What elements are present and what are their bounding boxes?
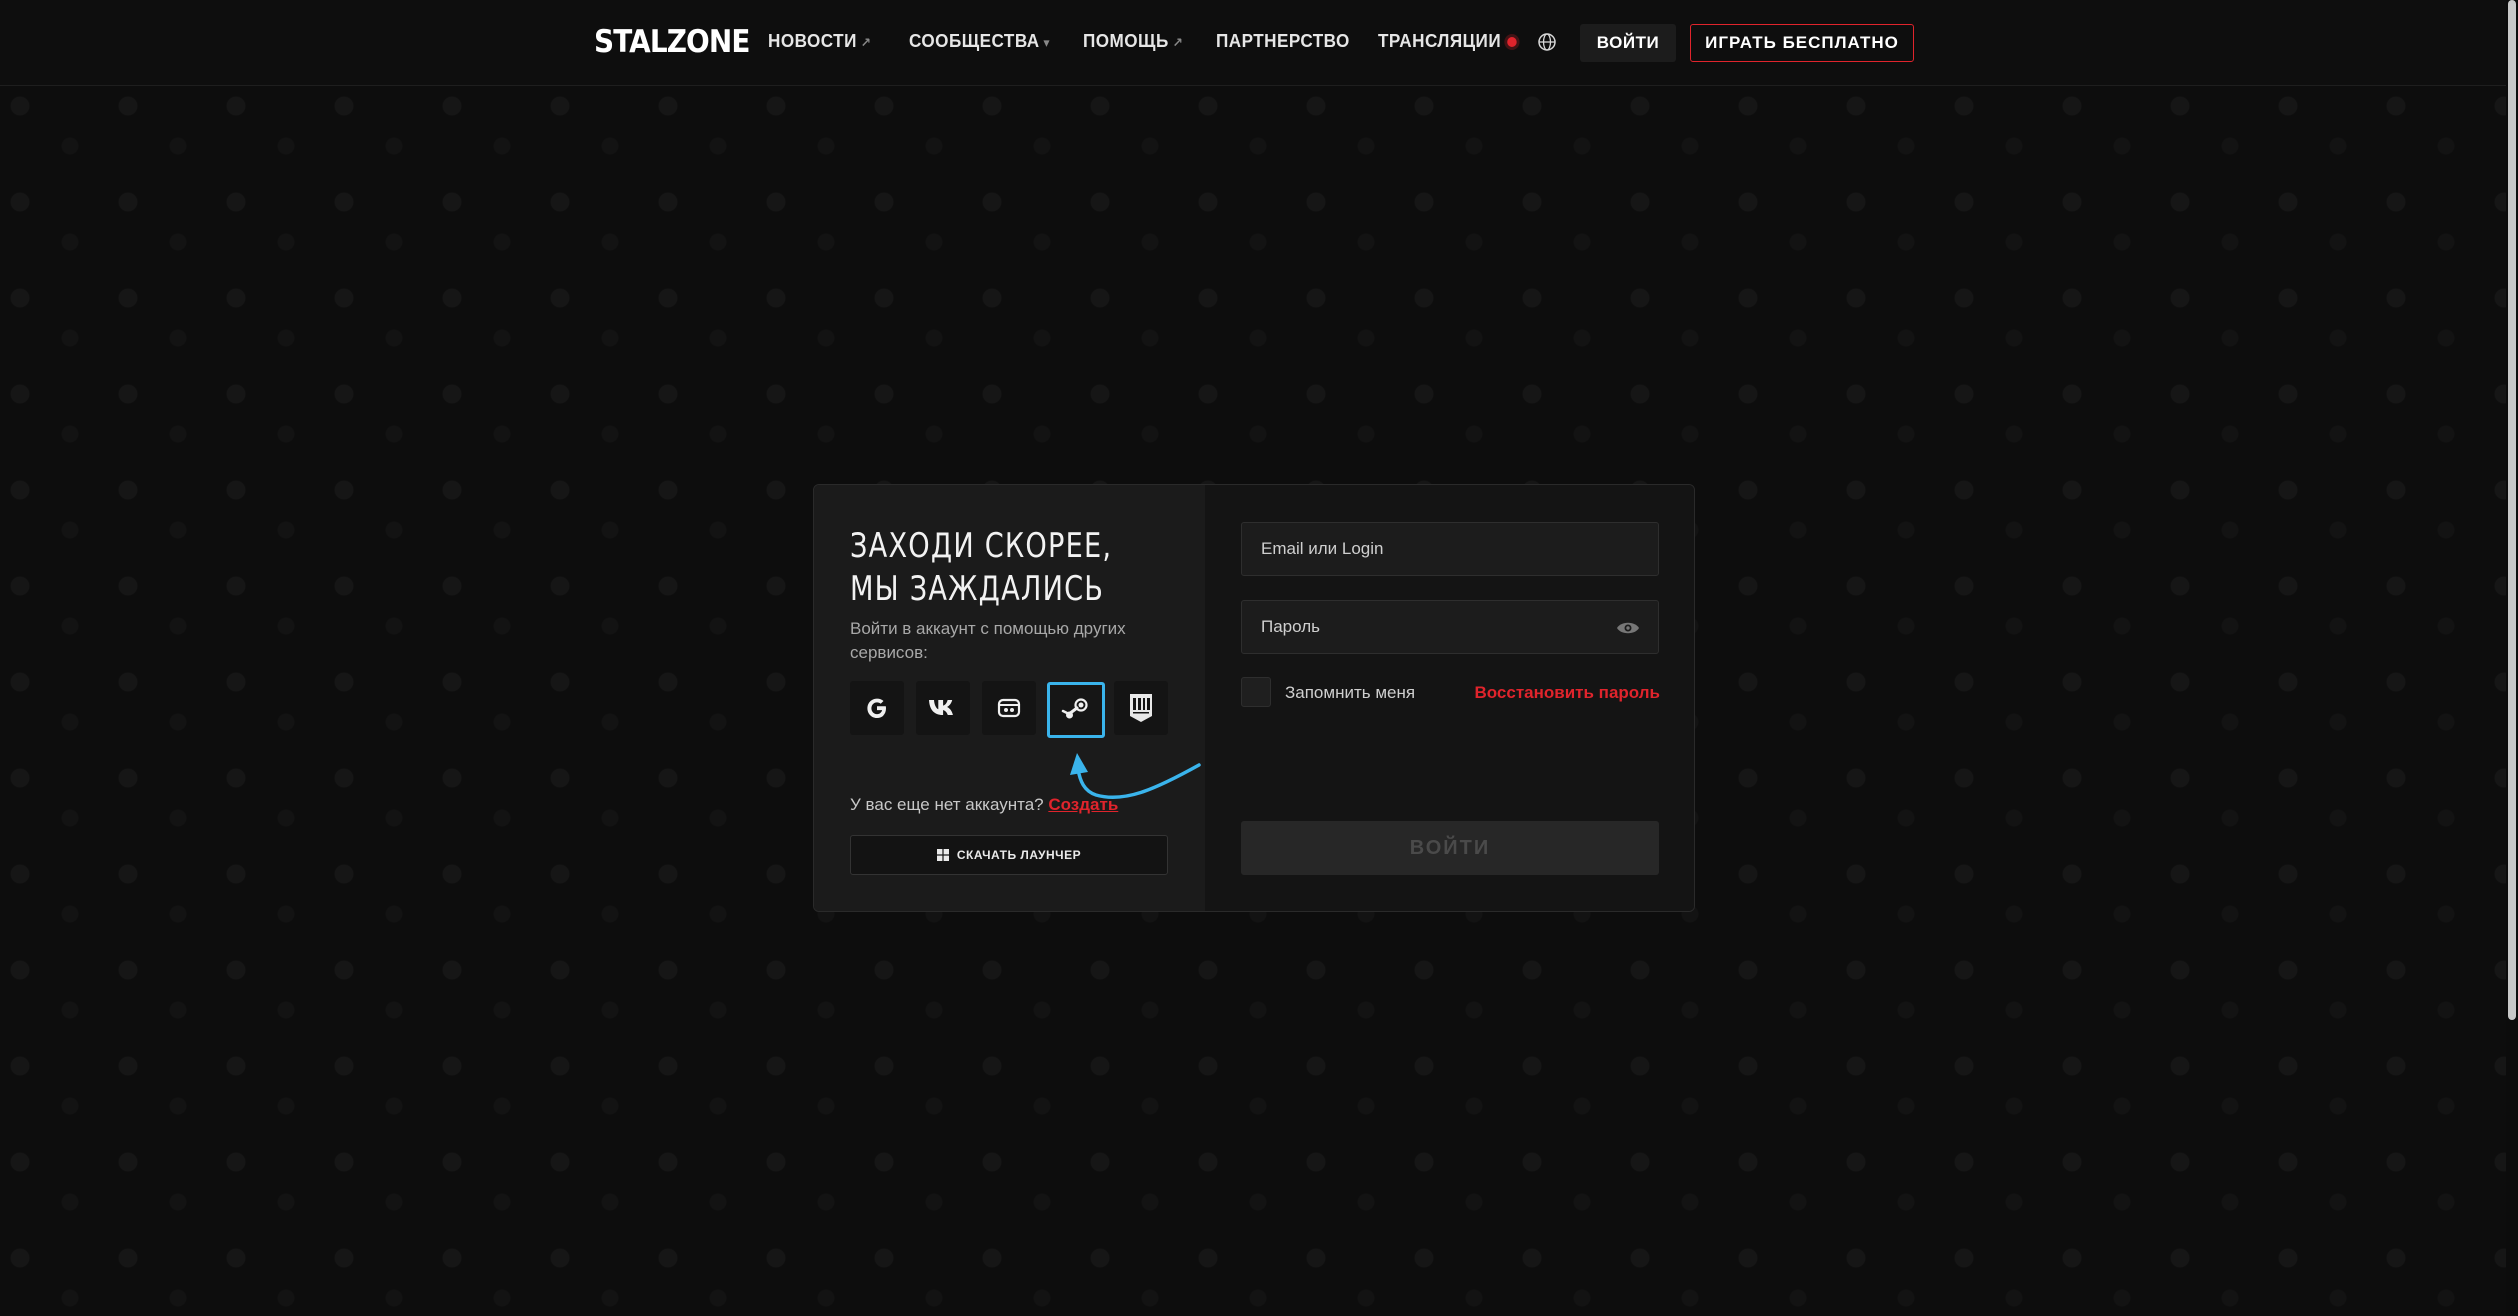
headline-line-2: МЫ ЗАЖДАЛИСЬ (850, 569, 1105, 609)
nav-item-communities[interactable]: СООБЩЕСТВА ▾ (909, 31, 1050, 52)
password-placeholder: Пароль (1261, 617, 1320, 636)
login-card-form-panel: Email или Login Пароль Запомнить меня Во… (1205, 485, 1694, 911)
no-account-prompt: У вас еще нет аккаунта? Создать (850, 795, 1118, 815)
nav-item-streams[interactable]: ТРАНСЛЯЦИИ (1378, 31, 1517, 52)
remember-me-label[interactable]: Запомнить меня (1285, 683, 1415, 703)
eye-icon[interactable] (1616, 619, 1640, 637)
mailru-login-button[interactable] (982, 681, 1036, 735)
nav-item-label: ПОМОЩЬ (1083, 31, 1169, 51)
login-card: ЗАХОДИ СКОРЕЕ, МЫ ЗАЖДАЛИСЬ Войти в акка… (813, 484, 1695, 912)
annotation-arrow (1070, 753, 1201, 800)
vk-login-button[interactable] (916, 681, 970, 735)
social-login-subtext: Войти в аккаунт с помощью других сервисо… (850, 619, 1126, 662)
epic-games-login-button[interactable] (1114, 681, 1168, 735)
nav-item-label: ПАРТНЕРСТВО (1216, 31, 1350, 51)
mailru-icon (997, 698, 1021, 718)
globe-icon[interactable] (1537, 32, 1557, 52)
nav-item-partnership[interactable]: ПАРТНЕРСТВО (1216, 31, 1350, 52)
create-account-link[interactable]: Создать (1048, 795, 1118, 814)
live-indicator-icon (1506, 37, 1517, 48)
headline-line-1: ЗАХОДИ СКОРЕЕ, (850, 526, 1113, 566)
google-icon (867, 698, 886, 718)
external-arrow-icon: ↗ (860, 35, 872, 50)
restore-password-link[interactable]: Восстановить пароль (1475, 683, 1661, 703)
steam-login-button[interactable] (1047, 682, 1105, 738)
play-free-button[interactable]: ИГРАТЬ БЕСПЛАТНО (1690, 24, 1914, 62)
windows-icon (936, 849, 949, 861)
epic-games-icon (1130, 694, 1152, 722)
password-input[interactable]: Пароль (1241, 600, 1659, 654)
external-arrow-icon: ↗ (1172, 35, 1184, 50)
download-launcher-button[interactable]: СКАЧАТЬ ЛАУНЧЕР (850, 835, 1168, 875)
chevron-down-icon: ▾ (1043, 35, 1051, 50)
nav-item-label: СООБЩЕСТВА (909, 31, 1040, 51)
steam-icon (1061, 698, 1088, 719)
submit-login-button[interactable]: ВОЙТИ (1241, 821, 1659, 875)
login-headline: ЗАХОДИ СКОРЕЕ, МЫ ЗАЖДАЛИСЬ (850, 525, 1112, 611)
scrollbar-thumb[interactable] (2508, 0, 2516, 1020)
no-account-text: У вас еще нет аккаунта? (850, 795, 1044, 814)
remember-me-checkbox[interactable] (1241, 677, 1271, 707)
nav-item-help[interactable]: ПОМОЩЬ ↗ (1083, 31, 1183, 52)
google-login-button[interactable] (850, 681, 904, 735)
nav-item-label: ТРАНСЛЯЦИИ (1378, 31, 1502, 51)
email-placeholder: Email или Login (1261, 539, 1384, 558)
nav-item-label: НОВОСТИ (768, 31, 857, 51)
vk-icon (929, 700, 953, 715)
stalzone-logo[interactable]: STALZONE (594, 24, 750, 60)
nav-item-news[interactable]: НОВОСТИ ↗ (768, 31, 872, 52)
download-launcher-label: СКАЧАТЬ ЛАУНЧЕР (956, 848, 1082, 862)
email-login-input[interactable]: Email или Login (1241, 522, 1659, 576)
header-login-button[interactable]: ВОЙТИ (1580, 24, 1676, 62)
top-navigation-bar: STALZONE НОВОСТИ ↗ СООБЩЕСТВА ▾ ПОМОЩЬ ↗ ПА… (0, 0, 2518, 86)
login-card-left-panel: ЗАХОДИ СКОРЕЕ, МЫ ЗАЖДАЛИСЬ Войти в акка… (814, 485, 1205, 911)
